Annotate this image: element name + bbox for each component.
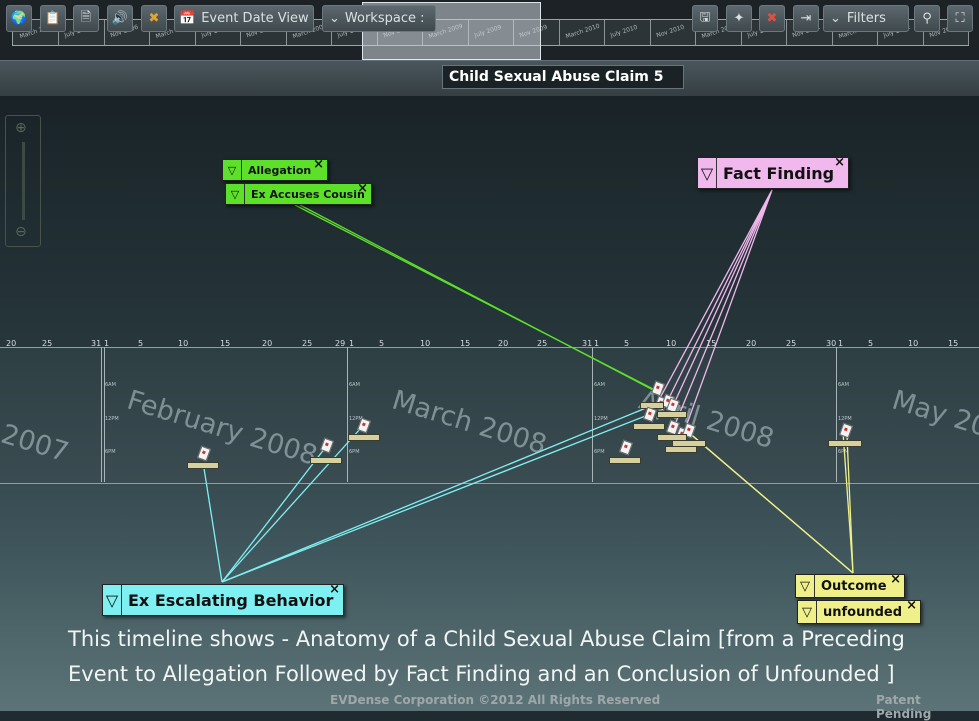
- expand-icon[interactable]: ▽: [103, 585, 122, 615]
- tag-ex-accuses-cousin[interactable]: ▽ Ex Accuses Cousin ×: [225, 181, 372, 205]
- expand-icon[interactable]: ▽: [223, 160, 242, 180]
- tag-unfounded[interactable]: ▽ unfounded ×: [797, 598, 921, 624]
- event-label-plate[interactable]: [665, 446, 697, 453]
- close-icon[interactable]: ×: [906, 598, 917, 613]
- expand-icon[interactable]: ▽: [698, 158, 717, 188]
- event-label-plate[interactable]: [348, 434, 380, 441]
- caption: This timeline shows - Anatomy of a Child…: [68, 622, 968, 692]
- close-icon[interactable]: ×: [834, 155, 845, 170]
- event-label-plate[interactable]: [310, 457, 342, 464]
- event-label-plate[interactable]: [828, 440, 862, 447]
- close-icon[interactable]: ×: [313, 157, 324, 172]
- caption-line: Event to Allegation Followed by Fact Fin…: [68, 662, 895, 686]
- expand-icon[interactable]: ▽: [226, 184, 245, 204]
- tag-label: Ex Escalating Behavior: [128, 590, 334, 610]
- expand-icon[interactable]: ▽: [796, 575, 815, 597]
- event-label-plate[interactable]: [657, 411, 687, 418]
- close-icon[interactable]: ×: [357, 181, 368, 196]
- patent-notice: Patent Pending: [876, 693, 932, 721]
- expand-icon[interactable]: ▽: [798, 601, 817, 623]
- tag-label: Allegation: [248, 163, 312, 177]
- tag-allegation[interactable]: ▽ Allegation ×: [222, 157, 328, 181]
- caption-line: This timeline shows - Anatomy of a Child…: [68, 627, 905, 651]
- close-icon[interactable]: ×: [329, 582, 340, 597]
- event-label-plate[interactable]: [633, 423, 665, 430]
- copyright: EVDense Corporation ©2012 All Rights Res…: [330, 693, 661, 707]
- tag-label: Fact Finding: [723, 163, 835, 183]
- event-label-plate[interactable]: [609, 457, 641, 464]
- tag-fact-finding[interactable]: ▽ Fact Finding ×: [697, 155, 849, 189]
- event-label-plate[interactable]: [187, 462, 219, 469]
- tag-label: unfounded: [823, 604, 903, 620]
- tag-label: Outcome: [821, 578, 887, 594]
- tag-outcome[interactable]: ▽ Outcome ×: [795, 572, 905, 598]
- close-icon[interactable]: ×: [890, 572, 901, 587]
- tag-ex-escalating-behavior[interactable]: ▽ Ex Escalating Behavior ×: [102, 582, 344, 616]
- tag-label: Ex Accuses Cousin: [251, 187, 365, 201]
